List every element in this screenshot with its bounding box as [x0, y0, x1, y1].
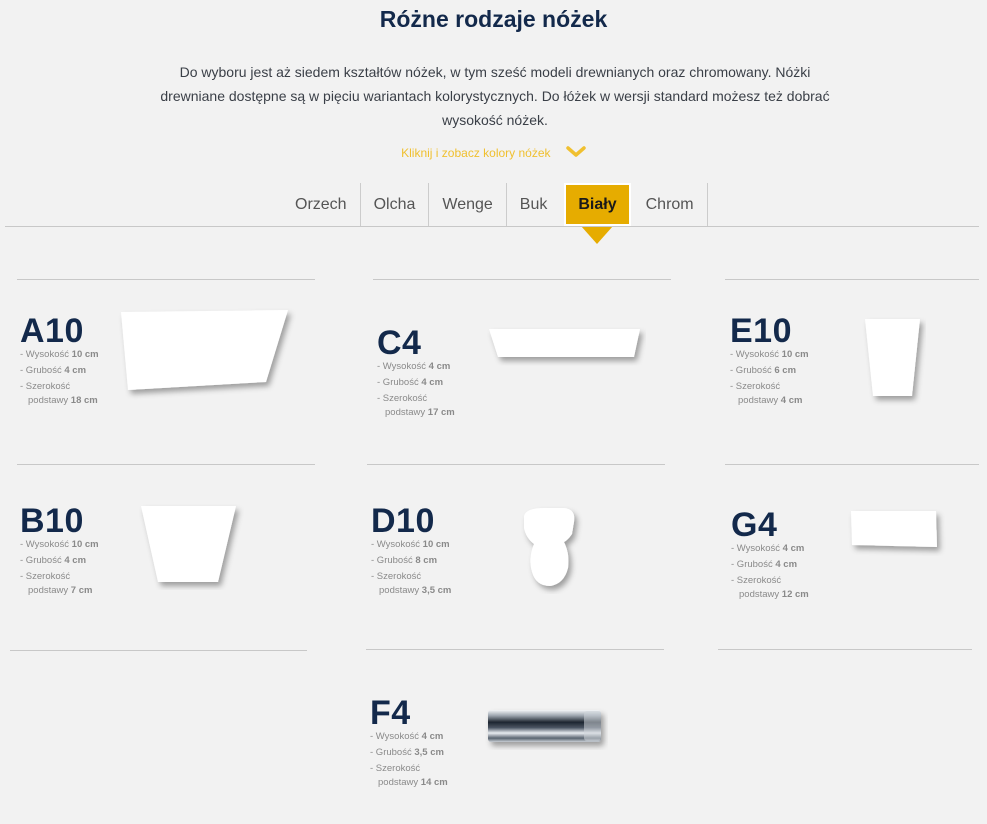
- tab-bialy[interactable]: Biały: [564, 183, 631, 226]
- leg-b10-image: [141, 506, 236, 582]
- leg-code: B10: [20, 502, 84, 540]
- leg-code: C4: [377, 324, 422, 362]
- divider: [725, 464, 979, 465]
- leg-e10-image: [865, 319, 920, 396]
- leg-code: F4: [370, 694, 411, 732]
- divider: [10, 650, 307, 651]
- color-tabs: Orzech Olcha Wenge Buk Biały Chrom: [282, 183, 708, 226]
- tab-orzech[interactable]: Orzech: [282, 183, 361, 226]
- divider: [366, 649, 664, 650]
- leg-specs: - Wysokość 4 cm - Grubość 3,5 cm - Szero…: [370, 731, 448, 788]
- leg-item-d10: D10 - Wysokość 10 cm - Grubość 8 cm - Sz…: [371, 502, 451, 596]
- divider: [725, 279, 979, 280]
- page-title: Różne rodzaje nóżek: [379, 6, 608, 32]
- chevron-down-icon: [566, 146, 586, 161]
- leg-code: D10: [371, 502, 435, 540]
- tab-olcha[interactable]: Olcha: [361, 183, 430, 226]
- divider: [367, 464, 665, 465]
- leg-item-a10: A10 - Wysokość 10 cm - Grubość 4 cm - Sz…: [20, 312, 99, 406]
- leg-specs: - Wysokość 4 cm - Grubość 4 cm - Szeroko…: [377, 361, 455, 418]
- leg-specs: - Wysokość 10 cm - Grubość 4 cm - Szerok…: [20, 539, 99, 596]
- tab-chrom[interactable]: Chrom: [633, 183, 708, 226]
- leg-a10-image: [121, 310, 288, 390]
- tab-buk[interactable]: Buk: [507, 183, 561, 226]
- show-colors-label: Kliknij i zobacz kolory nóżek: [401, 146, 551, 160]
- tab-wenge[interactable]: Wenge: [429, 183, 507, 226]
- leg-specs: - Wysokość 10 cm - Grubość 6 cm - Szerok…: [730, 349, 809, 406]
- leg-item-f4: F4 - Wysokość 4 cm - Grubość 3,5 cm - Sz…: [370, 694, 448, 788]
- leg-g4-image: [851, 511, 937, 547]
- leg-c4-image: [489, 329, 640, 357]
- leg-item-g4: G4 - Wysokość 4 cm - Grubość 4 cm - Szer…: [731, 506, 809, 600]
- leg-item-e10: E10 - Wysokość 10 cm - Grubość 6 cm - Sz…: [730, 312, 809, 406]
- leg-d10-image: [524, 508, 575, 586]
- leg-specs: - Wysokość 10 cm - Grubość 8 cm - Szerok…: [371, 539, 452, 596]
- divider: [17, 464, 315, 465]
- leg-item-b10: B10 - Wysokość 10 cm - Grubość 4 cm - Sz…: [20, 502, 99, 596]
- divider: [17, 279, 315, 280]
- divider: [718, 649, 972, 650]
- leg-code: G4: [731, 506, 778, 544]
- leg-code: E10: [730, 312, 792, 350]
- leg-f4-image: [488, 710, 601, 742]
- leg-specs: - Wysokość 10 cm - Grubość 4 cm - Szerok…: [20, 349, 99, 406]
- divider: [373, 279, 671, 280]
- page-description: Do wyboru jest aż siedem kształtów nóżek…: [160, 64, 830, 128]
- leg-specs: - Wysokość 4 cm - Grubość 4 cm - Szeroko…: [731, 543, 809, 600]
- leg-item-c4: C4 - Wysokość 4 cm - Grubość 4 cm - Szer…: [377, 324, 455, 418]
- show-colors-link[interactable]: Kliknij i zobacz kolory nóżek: [0, 146, 987, 161]
- leg-code: A10: [20, 312, 84, 350]
- tabs-divider: [5, 226, 979, 227]
